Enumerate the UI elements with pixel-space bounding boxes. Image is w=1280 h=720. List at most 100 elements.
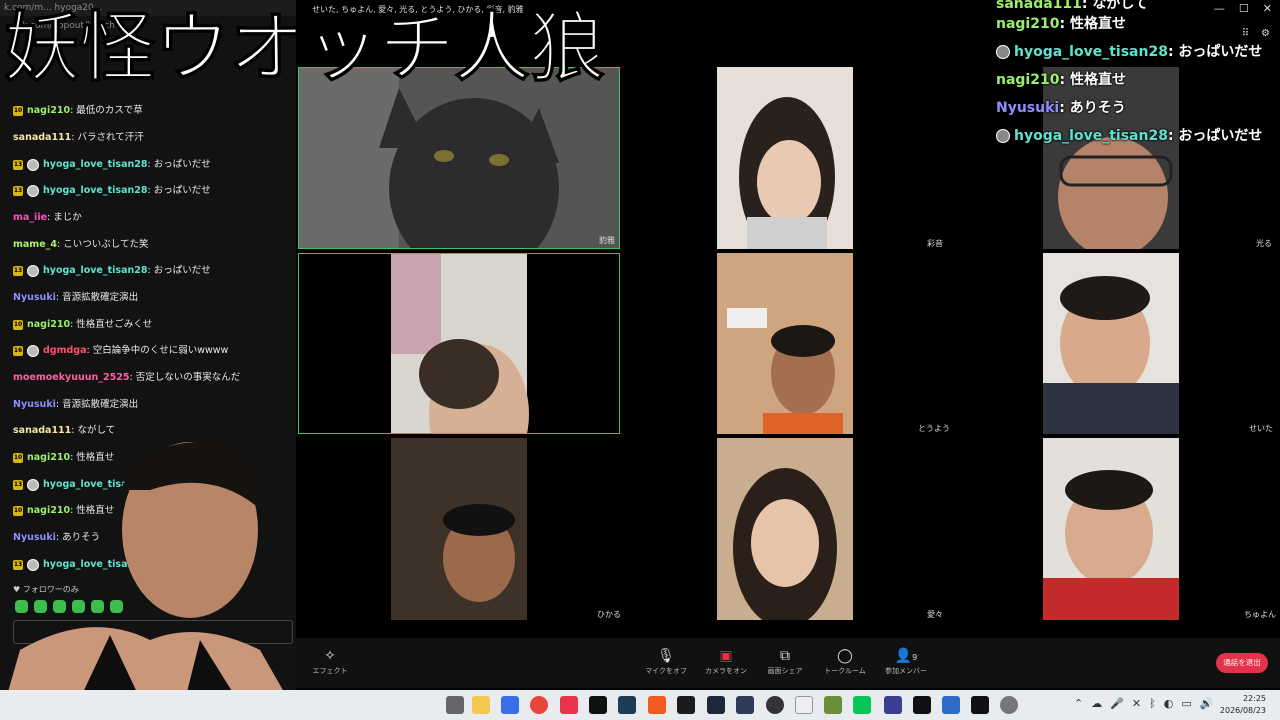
app-icon[interactable]	[736, 696, 754, 714]
chat-message-text: : 最低のカスで草	[70, 105, 143, 116]
person-icon: 👤9	[894, 648, 918, 664]
steam-icon[interactable]	[707, 696, 725, 714]
video-tile-hyouga[interactable]: 豹雅	[298, 67, 620, 249]
chat-message: 16 dgmdga: 空白論争中のくせに弱いwwww	[13, 343, 228, 359]
app-icon[interactable]	[795, 696, 813, 714]
minimize-icon[interactable]: —	[1214, 2, 1225, 15]
grid-view-icon[interactable]: ⠿	[1242, 28, 1249, 39]
chat-username[interactable]: dgmdga	[43, 343, 87, 359]
chat-message-text: : おっぱいだせ	[147, 159, 211, 170]
clock-date: 2026/08/23	[1219, 706, 1266, 715]
obs-icon[interactable]	[766, 696, 784, 714]
chat-username[interactable]: mame_4	[13, 237, 57, 253]
folder-icon[interactable]	[472, 696, 490, 714]
subscriber-badge-icon: 13	[13, 266, 23, 276]
chat-username[interactable]: hyoga_love_tisan28	[43, 183, 147, 199]
brave-icon[interactable]	[648, 696, 666, 714]
cloud-icon[interactable]: ☁	[1091, 697, 1102, 710]
overlay-chat-text: : ありそう	[1059, 100, 1126, 116]
minecraft-icon[interactable]	[824, 696, 842, 714]
overlay-chat-username: hyoga_love_tisan28	[1014, 44, 1168, 60]
share-screen-button[interactable]: ⧉ 画面シェア	[755, 638, 815, 688]
talk-room-button[interactable]: ◯ トークルーム	[815, 638, 875, 688]
chat-username[interactable]: Nyusuki	[13, 397, 56, 413]
video-feed	[717, 253, 853, 434]
chat-username[interactable]: sanada111	[13, 130, 71, 146]
chrome-icon[interactable]	[530, 696, 548, 714]
video-tile-aiai[interactable]	[717, 438, 853, 620]
tiktok-icon[interactable]	[589, 696, 607, 714]
overlay-chat-text: : 性格直せ	[1059, 72, 1126, 88]
maximize-icon[interactable]: ☐	[1239, 2, 1249, 15]
network-icon[interactable]: ◐	[1164, 697, 1174, 710]
app-icon[interactable]	[942, 696, 960, 714]
overlay-chat-message: nagi210: 性格直せ	[996, 70, 1126, 90]
chat-username[interactable]: hyoga_love_tisan28	[43, 263, 147, 279]
overlay-chat-message: hyoga_love_tisan28: おっぱいだせ	[996, 42, 1262, 62]
close-icon[interactable]: ✕	[1132, 697, 1141, 710]
app-icon[interactable]	[884, 696, 902, 714]
unreal-icon[interactable]	[913, 696, 931, 714]
app-icon[interactable]	[618, 696, 636, 714]
video-feed	[1043, 438, 1179, 620]
avatar-icon	[27, 185, 39, 197]
video-tile-hikaru2[interactable]	[391, 438, 527, 620]
chat-message-text: : まじか	[47, 212, 82, 223]
avatar-icon	[996, 45, 1010, 59]
overlay-chat-username: hyoga_love_tisan28	[1014, 128, 1168, 144]
display-icon[interactable]: ▭	[1181, 697, 1191, 710]
window-controls: — ☐ ✕	[1214, 2, 1272, 15]
tile-name-label: 豹雅	[599, 236, 615, 245]
subscriber-badge-icon: 13	[13, 186, 23, 196]
gear-icon[interactable]: ⚙	[1261, 28, 1270, 39]
app-icon[interactable]	[677, 696, 695, 714]
tile-name-label: ちゅよん	[1244, 610, 1276, 619]
line-icon[interactable]	[853, 696, 871, 714]
leave-call-button[interactable]: 通話を退出	[1216, 653, 1268, 673]
close-icon[interactable]: ✕	[1263, 2, 1272, 15]
chevron-up-icon[interactable]: ⌃	[1074, 697, 1083, 710]
video-feed	[717, 67, 853, 249]
avatar-icon	[27, 345, 39, 357]
chat-username[interactable]: moemoekyuuun_2525	[13, 370, 130, 386]
avatar-icon	[27, 265, 39, 277]
chat-username[interactable]: Nyusuki	[13, 290, 56, 306]
overlay-chat-message: nagi210: 性格直せ	[996, 14, 1126, 34]
video-tile-hikaru[interactable]	[1043, 67, 1179, 249]
clock[interactable]: 22:25 2026/08/23	[1220, 693, 1266, 717]
chat-message-text: : 音源拡散確定演出	[55, 292, 139, 303]
chat-message: mame_4: こいついぶしてた笑	[13, 237, 148, 253]
video-tile-ayane[interactable]	[717, 67, 853, 249]
system-tray: ⌃ ☁ 🎤 ✕ ᛒ ◐ ▭ 🔊	[1074, 697, 1213, 710]
mic-button[interactable]: 🎙 マイクをオフ	[636, 638, 696, 688]
subscriber-badge-icon: 13	[13, 160, 23, 170]
volume-icon[interactable]: 🔊	[1200, 697, 1214, 710]
overlay-chat-text: : おっぱいだせ	[1167, 44, 1263, 60]
chat-username[interactable]: ma_iie	[13, 210, 47, 226]
chat-username[interactable]: hyoga_love_tisan28	[43, 157, 147, 173]
video-tile-seita[interactable]	[1043, 253, 1179, 434]
video-tile-chuyon[interactable]	[1043, 438, 1179, 620]
app-icon[interactable]	[501, 696, 519, 714]
tile-name-label: 光る	[1256, 239, 1272, 248]
members-button[interactable]: 👤9 参加メンバー	[876, 638, 936, 688]
video-feed	[391, 438, 527, 620]
streamer-camera	[0, 442, 300, 720]
chat-username[interactable]: nagi210	[27, 103, 70, 119]
camera-button[interactable]: ▣ カメラをオン	[696, 638, 756, 688]
mic-icon[interactable]: 🎤	[1110, 697, 1124, 710]
app-icon[interactable]	[446, 696, 464, 714]
chat-message-text: : おっぱいだせ	[147, 185, 211, 196]
video-tile-2[interactable]	[298, 253, 620, 434]
bluetooth-icon[interactable]: ᛒ	[1149, 697, 1156, 710]
chat-message-text: : 音源拡散確定演出	[55, 399, 139, 410]
settings-icon[interactable]	[1000, 696, 1018, 714]
overlay-chat-text: : ながして	[1081, 0, 1148, 12]
chat-message-text: : 空白論争中のくせに弱いwwww	[86, 345, 229, 356]
video-tile-touyou[interactable]	[717, 253, 853, 434]
video-feed	[717, 438, 853, 620]
chat-username[interactable]: nagi210	[27, 317, 70, 333]
app-icon[interactable]	[560, 696, 578, 714]
chat-message: ma_iie: まじか	[13, 210, 82, 226]
app-icon[interactable]	[971, 696, 989, 714]
